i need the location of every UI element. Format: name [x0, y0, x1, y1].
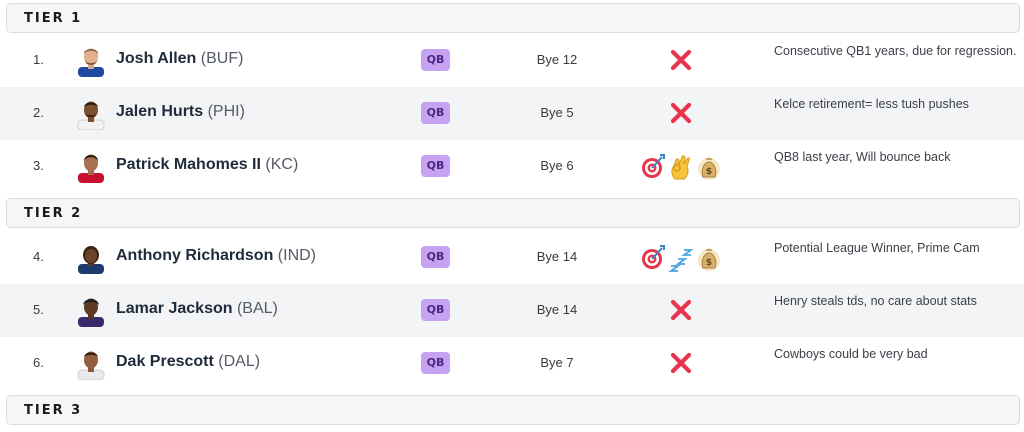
position-badge: QB: [421, 49, 450, 71]
player-row[interactable]: 5. Lamar Jackson (BAL) QB Bye 14 Henry s…: [0, 284, 1024, 337]
player-name[interactable]: Josh Allen (BUF): [116, 50, 243, 68]
player-name-text[interactable]: Anthony Richardson: [116, 247, 273, 264]
flag-cell: [640, 47, 722, 75]
player-row[interactable]: 1. Josh Allen (BUF) QB Bye 12 Consecutiv…: [0, 34, 1024, 87]
player-team: (DAL): [218, 353, 261, 370]
player-team: (BUF): [200, 50, 244, 67]
player-headshot: [78, 154, 104, 183]
player-name-text[interactable]: Josh Allen: [116, 50, 196, 67]
player-name-text[interactable]: Lamar Jackson: [116, 300, 233, 317]
bye-week: Bye 12: [536, 52, 578, 67]
money-bag-icon: [696, 153, 722, 181]
player-headshot: [78, 298, 104, 327]
x-mark-icon: [668, 297, 694, 323]
bye-week: Bye 14: [536, 302, 578, 317]
tier-label: TIER 1: [24, 11, 83, 26]
position-badge: QB: [421, 352, 450, 374]
x-mark-icon: [668, 100, 694, 126]
player-name-text[interactable]: Dak Prescott: [116, 353, 214, 370]
target-icon: [640, 153, 666, 181]
ok-hand-icon: [668, 153, 694, 181]
bye-week: Bye 14: [536, 249, 578, 264]
tier-label: TIER 2: [24, 206, 83, 221]
x-mark-icon: [668, 47, 694, 73]
bye-week: Bye 6: [540, 158, 574, 173]
player-name-text[interactable]: Jalen Hurts: [116, 103, 203, 120]
player-headshot: [77, 101, 105, 130]
player-row[interactable]: 2. Jalen Hurts (PHI) QB Bye 5 Kelce reti…: [0, 87, 1024, 140]
position-badge: QB: [421, 299, 450, 321]
player-headshot: [78, 48, 104, 77]
money-bag-icon: [696, 244, 722, 272]
flag-cell: [640, 297, 722, 325]
player-name[interactable]: Patrick Mahomes II (KC): [116, 156, 298, 174]
tier-2-header: TIER 2: [6, 198, 1020, 228]
player-note: Consecutive QB1 years, due for regressio…: [774, 44, 1017, 58]
position-badge: QB: [421, 155, 450, 177]
position-badge: QB: [421, 246, 450, 268]
player-name[interactable]: Lamar Jackson (BAL): [116, 300, 278, 318]
tier-3-header: TIER 3: [6, 395, 1020, 425]
player-name-text[interactable]: Patrick Mahomes II: [116, 156, 261, 173]
player-note: Potential League Winner, Prime Cam: [774, 241, 980, 255]
player-team: (BAL): [236, 300, 278, 317]
player-note: Kelce retirement= less tush pushes: [774, 97, 969, 111]
tier-label: TIER 3: [24, 403, 83, 418]
target-icon: [640, 244, 666, 272]
flag-cell: [640, 153, 722, 181]
player-team: (KC): [265, 156, 299, 173]
bye-week: Bye 7: [540, 355, 574, 370]
flag-cell: [640, 244, 722, 272]
player-note: Henry steals tds, no care about stats: [774, 294, 977, 308]
position-badge: QB: [421, 102, 450, 124]
player-row[interactable]: 6. Dak Prescott (DAL) QB Bye 7 Cowboys c…: [0, 337, 1024, 390]
bye-week: Bye 5: [540, 105, 574, 120]
rank: 3.: [33, 158, 44, 173]
rank: 6.: [33, 355, 44, 370]
tier-1-header: TIER 1: [6, 3, 1020, 33]
player-team: (IND): [277, 247, 317, 264]
rank: 1.: [33, 52, 44, 67]
player-name[interactable]: Dak Prescott (DAL): [116, 353, 260, 371]
player-name[interactable]: Anthony Richardson (IND): [116, 247, 316, 265]
zzz-icon: [668, 244, 694, 272]
x-mark-icon: [668, 350, 694, 376]
player-headshot: [78, 246, 104, 274]
flag-cell: [640, 350, 722, 378]
rank: 5.: [33, 302, 44, 317]
rank: 4.: [33, 249, 44, 264]
player-note: QB8 last year, Will bounce back: [774, 150, 951, 164]
player-note: Cowboys could be very bad: [774, 347, 928, 361]
player-team: (PHI): [207, 103, 245, 120]
flag-cell: [640, 100, 722, 128]
player-row[interactable]: 3. Patrick Mahomes II (KC) QB Bye 6 QB8 …: [0, 140, 1024, 193]
player-row[interactable]: 4. Anthony Richardson (IND) QB Bye 14 Po…: [0, 231, 1024, 284]
player-name[interactable]: Jalen Hurts (PHI): [116, 103, 245, 121]
rank: 2.: [33, 105, 44, 120]
player-headshot: [77, 351, 105, 380]
